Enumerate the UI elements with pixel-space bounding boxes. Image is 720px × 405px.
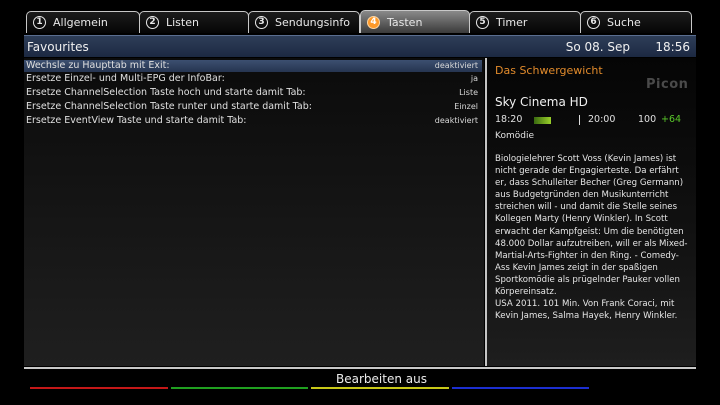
tab-label: Sendungsinfo xyxy=(275,16,350,29)
blue-button-indicator[interactable] xyxy=(452,387,589,389)
event-genre: Komödie xyxy=(495,131,534,141)
tab-listen[interactable]: 2 Listen xyxy=(139,11,249,33)
tab-number: 3 xyxy=(255,16,268,29)
event-description: Biologielehrer Scott Voss (Kevin James) … xyxy=(495,154,688,322)
yellow-button-indicator[interactable] xyxy=(311,387,449,389)
tab-tasten[interactable]: 4 Tasten xyxy=(360,10,470,33)
tab-suche[interactable]: 6 Suche xyxy=(580,11,692,33)
page-title: Favourites xyxy=(27,39,89,54)
tab-number: 4 xyxy=(367,15,380,29)
event-progress-bar xyxy=(534,117,551,124)
event-duration: 100 xyxy=(638,114,657,125)
setting-row-infobar[interactable]: Ersetze Einzel- und Multi-EPG der InfoBa… xyxy=(24,73,482,85)
setting-row-channel-down[interactable]: Ersetze ChannelSelection Taste runter un… xyxy=(24,101,482,113)
header-date: So 08. Sep xyxy=(565,39,630,54)
event-end-time: 20:00 xyxy=(588,114,616,125)
tab-sendungsinfo[interactable]: 3 Sendungsinfo xyxy=(248,11,360,33)
setting-value[interactable]: Einzel xyxy=(454,101,478,113)
green-button-indicator[interactable] xyxy=(171,387,308,389)
setting-value[interactable]: ja xyxy=(471,73,478,85)
event-start-time: 18:20 xyxy=(495,114,523,125)
tab-number: 5 xyxy=(476,16,489,29)
setting-label: Ersetze EventView Taste und starte damit… xyxy=(26,115,247,126)
tab-allgemein[interactable]: 1 Allgemein xyxy=(26,11,140,33)
event-info-panel: Das Schwergewicht Picon Sky Cinema HD 18… xyxy=(487,58,696,366)
setting-row-exit[interactable]: Wechsle zu Haupttab mit Exit: deaktivier… xyxy=(24,60,482,72)
setting-value[interactable]: deaktiviert xyxy=(435,60,478,72)
setting-label: Ersetze ChannelSelection Taste hoch und … xyxy=(26,87,306,98)
event-timeline: 18:20 20:00 100 +64 xyxy=(495,114,695,126)
title-bar: Favourites So 08. Sep 18:56 xyxy=(24,35,696,57)
tab-label: Timer xyxy=(496,16,528,29)
footer-hint: Bearbeiten aus xyxy=(336,372,427,386)
tab-timer[interactable]: 5 Timer xyxy=(469,11,581,33)
tab-number: 1 xyxy=(33,16,46,29)
header-time: 18:56 xyxy=(655,39,690,54)
tab-label: Listen xyxy=(166,16,199,29)
tab-label: Tasten xyxy=(387,15,423,29)
setting-label: Ersetze Einzel- und Multi-EPG der InfoBa… xyxy=(26,73,225,84)
event-remaining: +64 xyxy=(661,114,682,125)
channel-picon: Picon xyxy=(646,77,689,92)
setting-value[interactable]: deaktiviert xyxy=(435,115,478,127)
tab-number: 6 xyxy=(587,16,600,29)
setting-value[interactable]: Liste xyxy=(459,87,478,99)
setting-row-eventview[interactable]: Ersetze EventView Taste und starte damit… xyxy=(24,115,482,127)
bottom-divider xyxy=(24,367,696,369)
event-title: Das Schwergewicht xyxy=(495,64,603,77)
tab-number: 2 xyxy=(146,16,159,29)
tab-label: Allgemein xyxy=(53,16,108,29)
tab-bar: 1 Allgemein 2 Listen 3 Sendungsinfo 4 Ta… xyxy=(26,10,694,33)
tab-label: Suche xyxy=(607,16,641,29)
settings-list: Wechsle zu Haupttab mit Exit: deaktivier… xyxy=(24,58,484,366)
red-button-indicator[interactable] xyxy=(30,387,168,389)
setting-label: Wechsle zu Haupttab mit Exit: xyxy=(26,60,170,71)
time-separator xyxy=(579,115,580,125)
setting-row-channel-up[interactable]: Ersetze ChannelSelection Taste hoch und … xyxy=(24,87,482,99)
channel-name: Sky Cinema HD xyxy=(495,95,588,109)
setting-label: Ersetze ChannelSelection Taste runter un… xyxy=(26,101,312,112)
